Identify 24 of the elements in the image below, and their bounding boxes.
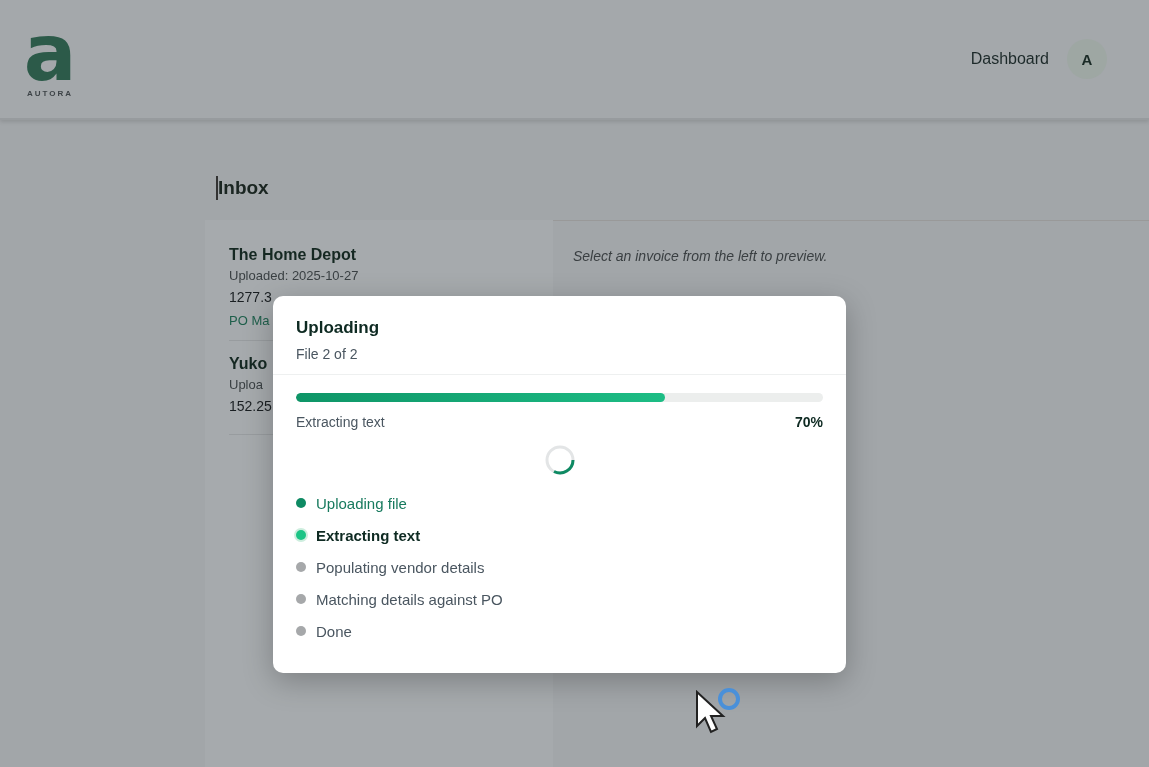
dashboard-link[interactable]: Dashboard — [970, 50, 1049, 68]
busy-ring-icon — [716, 686, 742, 712]
progress-label: Extracting text — [296, 414, 385, 430]
vendor-name: The Home Depot — [229, 246, 357, 264]
step-label: Extracting text — [316, 526, 421, 544]
user-avatar[interactable]: A — [1067, 39, 1107, 79]
file-counter: File 2 of 2 — [296, 346, 359, 362]
step-label: Matching details against PO — [316, 590, 503, 608]
invoice-amount: 1277.3 — [229, 289, 272, 305]
step-label: Done — [316, 622, 352, 640]
spinner-icon — [543, 444, 576, 476]
invoice-amount: 152.25 — [229, 398, 272, 414]
upload-date: Uploa — [229, 377, 263, 392]
step-label: Populating vendor details — [316, 558, 485, 576]
dialog-title: Uploading — [296, 318, 381, 338]
progress-percent: 70% — [794, 414, 823, 430]
preview-hint: Select an invoice from the left to preview. — [573, 248, 828, 264]
vendor-name: Yuko — [229, 355, 268, 373]
match-status: PO Ma — [229, 313, 270, 328]
logo-mark: a — [23, 18, 77, 87]
upload-date: Uploaded: 2025-10-27 — [229, 268, 359, 283]
inbox-title: Inbox — [216, 176, 1149, 200]
step-label: Uploading file — [316, 494, 407, 512]
logo-wordmark: AUTORA — [26, 88, 74, 98]
